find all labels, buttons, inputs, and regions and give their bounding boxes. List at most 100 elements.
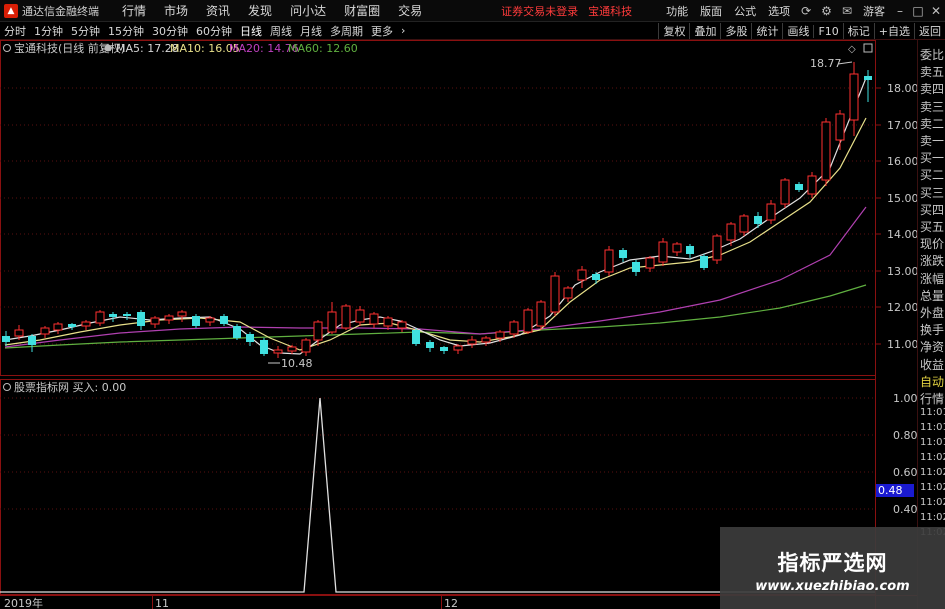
high-price-label: 18.77 xyxy=(810,57,842,70)
side-panel-item: 外盘 xyxy=(920,306,945,320)
mail-icon[interactable]: ✉ xyxy=(837,4,857,18)
sub-chart-settings-icon[interactable] xyxy=(3,383,11,391)
ma20-line xyxy=(4,206,867,348)
f10-button[interactable]: F10 xyxy=(813,24,842,38)
add-favorite-button[interactable]: +自选 xyxy=(873,23,914,39)
candle-body xyxy=(563,287,573,299)
candle-body xyxy=(355,309,365,323)
refresh-icon[interactable]: ⟳ xyxy=(796,4,816,18)
main-chart-frame xyxy=(0,40,876,376)
candle-body xyxy=(220,316,228,324)
menu-discover[interactable]: 发现 xyxy=(239,2,281,19)
login-status[interactable]: 证券交易未登录 xyxy=(501,3,578,19)
sub-chart-header: 股票指标网 买入: 0.00 xyxy=(14,380,126,394)
side-panel-item: 买一 xyxy=(920,151,945,166)
mark-button[interactable]: 标记 xyxy=(842,23,874,39)
period-toolbar: 分时 1分钟 5分钟 15分钟 30分钟 60分钟 日线 周线 月线 多周期 更… xyxy=(0,22,945,40)
period-15min[interactable]: 15分钟 xyxy=(104,23,148,39)
app-logo-icon: ▲ xyxy=(4,3,18,18)
candle-body xyxy=(864,76,872,80)
side-panel-item: 11:02 xyxy=(920,467,945,479)
period-multi[interactable]: 多周期 xyxy=(326,23,367,39)
side-panel-item: 买五 xyxy=(920,220,945,234)
side-panel-item: 11:01 xyxy=(920,407,945,419)
period-30min[interactable]: 30分钟 xyxy=(148,23,192,39)
candle-body xyxy=(726,223,736,241)
stock-chart[interactable]: 宝通科技(日线 前复权) MA5: 17.28 MA10: 16.05 MA20… xyxy=(0,40,917,609)
candle-body xyxy=(40,327,50,335)
menu-functions[interactable]: 功能 xyxy=(660,3,694,19)
ma-toggle-icon[interactable] xyxy=(104,44,112,52)
side-panel-item: 卖四 xyxy=(920,82,945,97)
price-tick-label: 13.00 xyxy=(887,265,917,278)
period-monthly[interactable]: 月线 xyxy=(296,23,326,39)
price-tick-label: 14.00 xyxy=(887,228,917,241)
side-panel-item: 净资 xyxy=(920,340,945,355)
candle-body xyxy=(273,349,283,354)
period-timeshare[interactable]: 分时 xyxy=(0,23,30,39)
watermark: 指标严选网 www.xuezhibiao.com xyxy=(720,527,945,609)
menu-quotes[interactable]: 行情 xyxy=(113,2,155,19)
close-icon[interactable]: ✕ xyxy=(927,4,945,18)
period-60min[interactable]: 60分钟 xyxy=(192,23,236,39)
side-panel-item: 买三 xyxy=(920,185,945,200)
candle-body xyxy=(164,315,174,321)
candle-body xyxy=(632,262,640,272)
candle-body xyxy=(795,184,803,190)
price-axis: 18.00 17.00 16.00 15.00 14.00 13.00 12.00 11.00 xyxy=(876,82,917,351)
candle-body xyxy=(495,331,505,339)
side-panel-item: 11:02 xyxy=(920,452,945,464)
panel-toggle-icon[interactable] xyxy=(863,43,873,53)
settings-icon[interactable]: ⚙ xyxy=(816,4,837,18)
overlay-button[interactable]: 叠加 xyxy=(689,23,720,39)
sub-tick-label: 0.40 xyxy=(893,503,917,516)
menu-news[interactable]: 资讯 xyxy=(197,2,239,19)
period-daily[interactable]: 日线 xyxy=(236,23,266,39)
period-more[interactable]: 更多 xyxy=(367,23,397,39)
candle-body xyxy=(233,326,241,338)
ma60-label: MA60: 12.60 xyxy=(288,42,358,55)
period-5min[interactable]: 5分钟 xyxy=(67,23,104,39)
candle-body xyxy=(481,337,491,343)
diamond-icon[interactable]: ◇ xyxy=(848,44,856,55)
side-panel-item: 卖五 xyxy=(920,65,945,80)
candle-body xyxy=(604,249,614,273)
minimize-icon[interactable]: – xyxy=(891,4,909,18)
period-1min[interactable]: 1分钟 xyxy=(30,23,67,39)
menu-wealth[interactable]: 财富圈 xyxy=(335,2,389,19)
more-arrow-icon[interactable]: › xyxy=(397,24,409,37)
side-panel-item: 总量 xyxy=(920,288,945,303)
candle-body xyxy=(672,243,682,253)
candle-body xyxy=(192,316,200,326)
candle-body xyxy=(383,317,393,327)
side-panel-item[interactable]: 自动 xyxy=(920,373,944,390)
candle-body xyxy=(341,305,351,329)
sub-tick-label: 0.80 xyxy=(893,429,917,442)
candle-body xyxy=(835,113,845,141)
candle-body xyxy=(536,301,546,327)
guest-label[interactable]: 游客 xyxy=(857,3,891,19)
menu-options[interactable]: 选项 xyxy=(762,3,796,19)
price-tick-label: 11.00 xyxy=(887,338,917,351)
menu-trade[interactable]: 交易 xyxy=(389,2,431,19)
stats-button[interactable]: 统计 xyxy=(751,23,782,39)
side-panel-item: 涨幅 xyxy=(920,271,945,286)
price-tick-label: 15.00 xyxy=(887,192,917,205)
candle-body xyxy=(28,336,36,345)
candle-body xyxy=(467,339,477,345)
menu-ask[interactable]: 问小达 xyxy=(281,2,335,19)
menu-layout[interactable]: 版面 xyxy=(694,3,728,19)
maximize-icon[interactable]: □ xyxy=(909,4,927,18)
menu-market[interactable]: 市场 xyxy=(155,2,197,19)
candle-body xyxy=(260,340,268,354)
period-weekly[interactable]: 周线 xyxy=(266,23,296,39)
draw-button[interactable]: 画线 xyxy=(782,23,813,39)
multi-stock-button[interactable]: 多股 xyxy=(720,23,751,39)
candle-body xyxy=(821,121,831,181)
back-button[interactable]: 返回 xyxy=(914,23,945,39)
adjust-button[interactable]: 复权 xyxy=(658,23,689,39)
chart-settings-icon[interactable] xyxy=(3,44,11,52)
side-panel-item[interactable]: 行情 xyxy=(920,390,944,407)
candle-body xyxy=(412,330,420,344)
menu-formula[interactable]: 公式 xyxy=(728,3,762,19)
